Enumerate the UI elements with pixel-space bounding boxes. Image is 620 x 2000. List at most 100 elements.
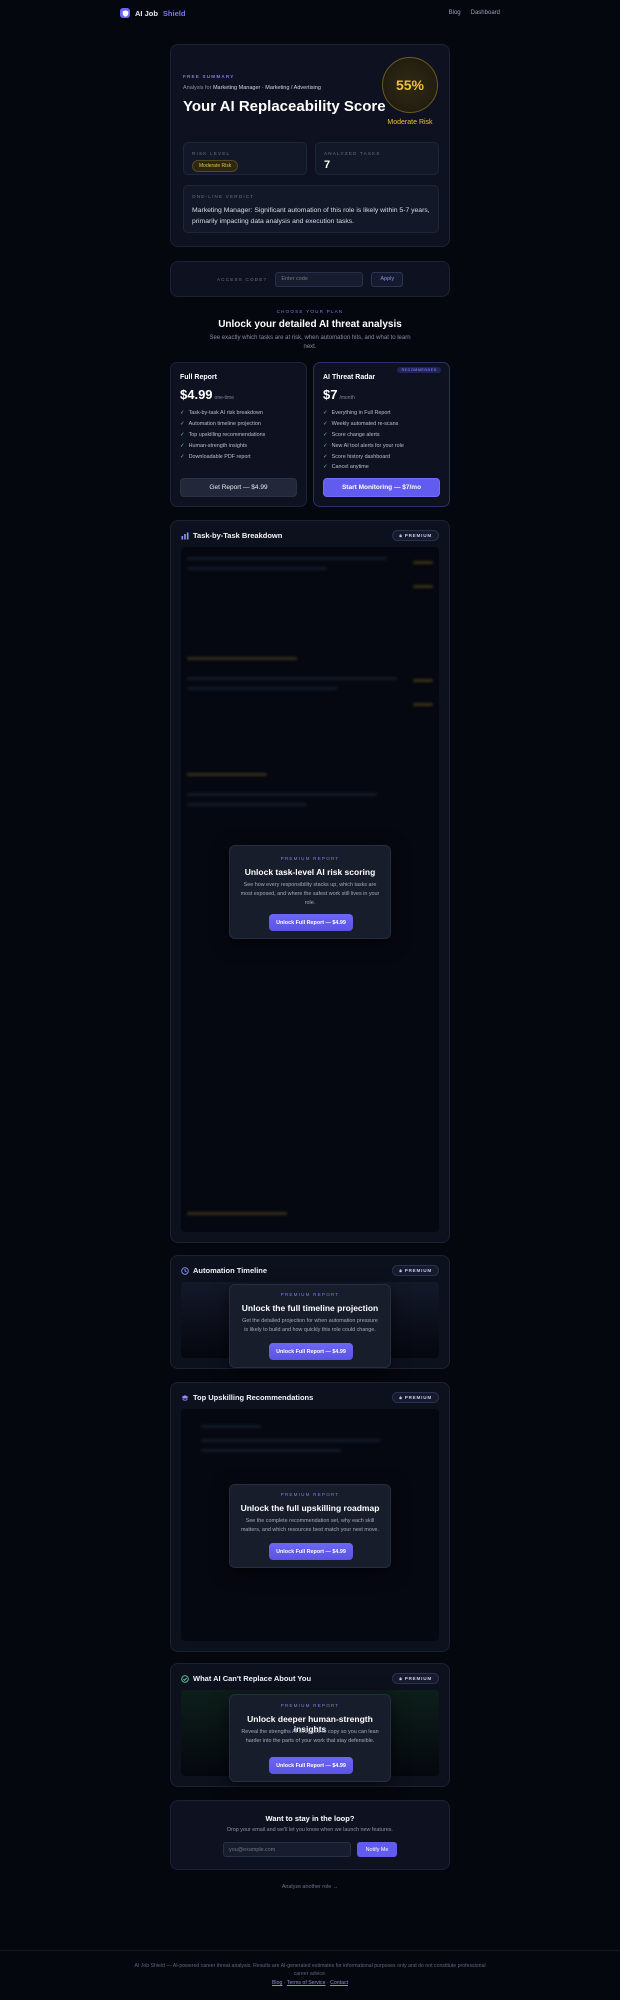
- plan-feature-text: Everything in Full Report: [331, 410, 391, 417]
- blurred-line: [201, 1439, 381, 1442]
- brand-name: AI Job: [135, 8, 158, 18]
- plan-feature: ✓ Score change alerts: [323, 430, 404, 441]
- check-icon: ✓: [180, 431, 185, 438]
- plan-feature: ✓ Task-by-task AI risk breakdown: [180, 408, 265, 419]
- plan-price-value: $4.99: [180, 387, 213, 402]
- access-code-input[interactable]: [275, 271, 364, 287]
- blurred-line: [187, 687, 337, 690]
- check-icon: ✓: [180, 442, 185, 449]
- risk-level-badge: Moderate Risk: [192, 160, 239, 172]
- premium-badge-label: PREMIUM: [404, 533, 432, 538]
- footer-link-terms[interactable]: Terms of Service: [287, 1980, 326, 1986]
- plan-feature: ✓ Top upskilling recommendations: [180, 430, 265, 441]
- section-header: Top Upskilling Recommendations: [181, 1393, 313, 1402]
- analyze-another-role-link[interactable]: Analyze another role →: [0, 1884, 620, 1890]
- check-icon: ✓: [323, 464, 328, 471]
- verdict-label: ONE-LINE VERDICT: [192, 194, 255, 199]
- section-upskilling: Top Upskilling Recommendations 🔒︎ PREMIU…: [170, 1382, 450, 1652]
- overlay-title: Unlock task-level AI risk scoring: [244, 867, 376, 877]
- analysis-role: Analysis for Marketing Manager · Marketi…: [183, 85, 321, 91]
- plan-feature-text: Downloadable PDF report: [188, 453, 251, 460]
- get-report-button[interactable]: Get Report — $4.99: [180, 478, 297, 497]
- overlay-eyebrow: PREMIUM REPORT: [280, 1292, 340, 1297]
- unlock-report-button[interactable]: Unlock Full Report — $4.99: [269, 1543, 353, 1560]
- plan-feature: ✓ Cancel anytime: [323, 462, 404, 473]
- check-icon: ✓: [323, 442, 328, 449]
- plan-price-value: $7: [323, 387, 338, 402]
- brand-logo[interactable]: AI Job Shield: [120, 8, 185, 18]
- unlock-overlay: PREMIUM REPORT Unlock task-level AI risk…: [229, 845, 391, 939]
- summary-eyebrow: FREE SUMMARY: [183, 74, 235, 79]
- score-risk-label: Moderate Risk: [387, 119, 433, 126]
- overlay-description: Get the detailed projection for when aut…: [242, 1318, 378, 1333]
- plan-feature-text: Cancel anytime: [331, 464, 369, 471]
- plan-feature-text: Human-strength insights: [188, 442, 248, 449]
- clock-icon: [181, 1266, 189, 1275]
- start-monitoring-button[interactable]: Start Monitoring — $7/mo: [323, 478, 440, 497]
- nav-link-dashboard[interactable]: Dashboard: [471, 10, 500, 16]
- newsletter-subtitle: Drop your email and we'll let you know w…: [227, 1827, 393, 1833]
- plan-price: $7/month: [323, 387, 355, 402]
- page-title: Your AI Replaceability Score: [183, 98, 386, 115]
- blurred-bar: [187, 1212, 287, 1215]
- footer-link-blog[interactable]: Blog: [272, 1980, 282, 1986]
- unlock-overlay: PREMIUM REPORT Unlock the full timeline …: [229, 1284, 391, 1368]
- notify-me-button[interactable]: Notify Me: [357, 1842, 397, 1857]
- plan-feature: ✓ Human-strength insights: [180, 440, 265, 451]
- plan-name: AI Threat Radar: [323, 374, 376, 381]
- footer-divider: [0, 1950, 620, 1951]
- overlay-title: Unlock the full upskilling roadmap: [240, 1503, 380, 1513]
- plan-full-report: Full Report $4.99 one-time ✓ Task-by-task …: [170, 362, 307, 507]
- check-icon: ✓: [180, 421, 185, 428]
- footer-link-contact[interactable]: Contact: [330, 1980, 348, 1986]
- score-summary-card: FREE SUMMARY Analysis for Marketing Mana…: [170, 44, 450, 247]
- check-icon: ✓: [180, 410, 185, 417]
- blurred-risk-tag: [413, 679, 433, 682]
- overlay-eyebrow: PREMIUM REPORT: [280, 856, 340, 861]
- verdict-text: Marketing Manager: Significant automatio…: [192, 207, 430, 225]
- score-gauge: 55%: [382, 57, 438, 113]
- brand-accent: Shield: [162, 8, 186, 18]
- score-percent: 55%: [395, 77, 425, 93]
- section-header: Automation Timeline: [181, 1266, 267, 1275]
- blurred-line: [187, 677, 397, 680]
- risk-level-box: RISK LEVEL Moderate Risk: [183, 142, 307, 175]
- plan-price-unit: one-time: [214, 395, 234, 401]
- unlock-report-button[interactable]: Unlock Full Report — $4.99: [269, 1757, 353, 1774]
- apply-code-button[interactable]: Apply: [371, 271, 404, 287]
- section-header: Task-by-Task Breakdown: [181, 531, 282, 540]
- premium-badge-label: PREMIUM: [404, 1395, 432, 1400]
- access-code-card: ACCESS CODE? Apply: [170, 261, 450, 297]
- blurred-risk-tag: [413, 561, 433, 564]
- overlay-title: Unlock the full timeline projection: [241, 1303, 379, 1313]
- shield-icon: [120, 8, 130, 18]
- blurred-line: [187, 803, 307, 806]
- plan-feature-text: Task-by-task AI risk breakdown: [188, 410, 263, 417]
- recommended-badge: RECOMMENDED: [397, 367, 441, 373]
- unlock-report-button[interactable]: Unlock Full Report — $4.99: [269, 1343, 353, 1360]
- analyzed-tasks-label: ANALYZED TASKS: [324, 151, 381, 156]
- blurred-line: [201, 1449, 341, 1452]
- graduation-cap-icon: [181, 1394, 189, 1402]
- check-icon: ✓: [323, 410, 328, 417]
- overlay-eyebrow: PREMIUM REPORT: [280, 1703, 340, 1708]
- unlock-overlay: PREMIUM REPORT Unlock the full upskillin…: [229, 1484, 391, 1568]
- plans-title: Unlock your detailed AI threat analysis: [218, 319, 402, 330]
- blurred-risk-tag: [413, 703, 433, 706]
- plan-feature-text: Automation timeline projection: [188, 421, 261, 428]
- overlay-eyebrow: PREMIUM REPORT: [280, 1492, 340, 1497]
- blurred-bar: [187, 773, 267, 776]
- check-icon: ✓: [180, 453, 185, 460]
- plan-feature: ✓ Weekly automated re-scans: [323, 419, 404, 430]
- plan-name: Full Report: [180, 374, 217, 381]
- section-title: What AI Can't Replace About You: [193, 1674, 312, 1683]
- plans-eyebrow: CHOOSE YOUR PLAN: [276, 309, 344, 314]
- nav-links: Blog Dashboard: [449, 10, 500, 16]
- plan-feature: ✓ Score history dashboard: [323, 451, 404, 462]
- unlock-report-button[interactable]: Unlock Full Report — $4.99: [269, 914, 353, 931]
- newsletter-card: Want to stay in the loop? Drop your emai…: [170, 1800, 450, 1870]
- blurred-line: [187, 567, 327, 570]
- nav-link-blog[interactable]: Blog: [449, 10, 461, 16]
- email-field[interactable]: [223, 1842, 351, 1857]
- section-title: Automation Timeline: [193, 1266, 268, 1275]
